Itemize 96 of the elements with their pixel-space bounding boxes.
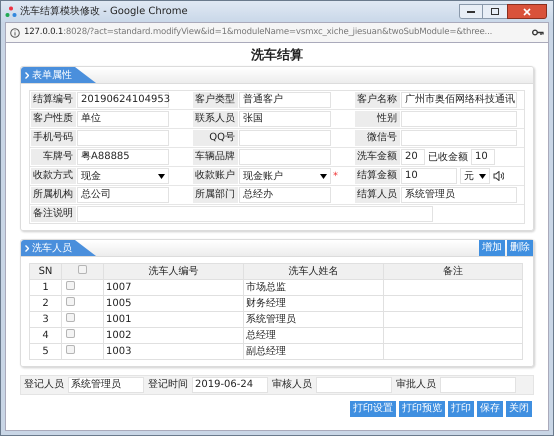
field-label: 洗车金额: [355, 149, 400, 165]
input-field[interactable]: [316, 377, 392, 393]
table-cell: 1005: [104, 296, 244, 312]
checkbox[interactable]: [66, 312, 75, 322]
checkbox[interactable]: [66, 296, 75, 306]
table-cell: 总经理: [244, 328, 384, 344]
input-field[interactable]: 10: [401, 168, 457, 184]
checkbox[interactable]: [66, 280, 75, 290]
section-title: 洗车人员: [32, 242, 72, 256]
column-header: 洗车人编号: [104, 264, 244, 280]
table-cell: 1007: [104, 280, 244, 296]
field-label: 结算编号: [31, 92, 76, 108]
field-label: 客户性质: [31, 111, 76, 127]
table-cell: 系统管理员: [244, 312, 384, 328]
table-cell: 4: [30, 328, 62, 344]
field-label: 微信号: [355, 130, 400, 146]
field-label: 客户名称: [355, 92, 400, 108]
input-field[interactable]: 系统管理员: [68, 377, 144, 393]
field-label: 联系人员: [193, 111, 238, 127]
speaker-icon[interactable]: [493, 171, 504, 181]
minimize-icon: [467, 10, 475, 13]
field-label: 手机号码: [31, 130, 76, 146]
input-field[interactable]: 单位: [77, 111, 169, 127]
close-button[interactable]: [507, 4, 547, 19]
field-label: 登记人员: [23, 378, 65, 392]
input-field[interactable]: [239, 149, 331, 165]
field-label: 车牌号: [31, 149, 76, 165]
app-icon: [5, 6, 17, 18]
close-icon: [523, 8, 531, 16]
field-label: 收款方式: [31, 168, 76, 184]
input-field[interactable]: [401, 130, 517, 146]
field-label: 结算人员: [355, 187, 400, 203]
table-cell: 1: [30, 280, 62, 296]
address-bar[interactable]: 127.0.0.1:8028/?act=standard.modifyView&id=1&moduleName=vsmxc_xiche_jiesuan&twoSubModule=&three...: [5, 22, 549, 42]
unit-select[interactable]: 元: [460, 168, 490, 184]
chevron-icon: [25, 244, 29, 252]
field-label: 客户类型: [193, 92, 238, 108]
input-field[interactable]: 总经办: [239, 187, 331, 203]
column-header: SN: [30, 264, 62, 280]
table-cell: 3: [30, 312, 62, 328]
table-cell: 财务经理: [244, 296, 384, 312]
field-label: 登记时间: [147, 378, 189, 392]
field-label: 审批人员: [395, 378, 437, 392]
window-title: 洗车结算模块修改 - Google Chrome: [20, 4, 188, 19]
table-cell: 2: [30, 296, 62, 312]
field-label: 性别: [355, 111, 400, 127]
select-field[interactable]: 现金: [77, 168, 169, 184]
checkbox[interactable]: [66, 344, 75, 354]
input-field[interactable]: 2019-06-24: [192, 377, 268, 393]
input-field[interactable]: 10: [471, 149, 495, 165]
dropdown-caret-icon: [158, 174, 165, 178]
input-field[interactable]: 粤A88885: [77, 149, 169, 165]
minimize-button[interactable]: [459, 4, 483, 19]
input-field[interactable]: 广州市奥佰网络科技通讯: [401, 92, 517, 108]
field-label: 备注说明: [31, 206, 76, 222]
input-field[interactable]: [77, 130, 169, 146]
required-mark: *: [333, 170, 338, 184]
maximize-button[interactable]: [483, 4, 507, 19]
input-field[interactable]: 20190624104953: [77, 92, 169, 108]
field-label: QQ号: [193, 130, 238, 146]
field-label: 所属部门: [193, 187, 238, 203]
section-title: 表单属性: [32, 68, 72, 82]
checkbox[interactable]: [78, 264, 87, 274]
input-field[interactable]: [239, 130, 331, 146]
select-field[interactable]: 现金账户: [239, 168, 331, 184]
dropdown-caret-icon: [479, 174, 486, 178]
page-title: 洗车结算: [250, 47, 304, 64]
maximize-icon: [491, 8, 499, 15]
table-cell: 5: [30, 344, 62, 360]
table-cell: 副总经理: [244, 344, 384, 360]
table-cell: 1001: [104, 312, 244, 328]
input-field[interactable]: [77, 206, 433, 222]
input-field[interactable]: 总公司: [77, 187, 169, 203]
column-header: 洗车人姓名: [244, 264, 384, 280]
chevron-icon: [25, 72, 29, 78]
info-icon: [10, 28, 20, 38]
field-label: 车辆品牌: [193, 149, 238, 165]
field-label: 审核人员: [271, 378, 313, 392]
field-label: 结算金额: [355, 168, 400, 184]
input-field[interactable]: 普通客户: [239, 92, 331, 108]
input-field[interactable]: 张国: [239, 111, 331, 127]
checkbox[interactable]: [66, 328, 75, 338]
url-text: 127.0.0.1:8028/?act=standard.modifyView&id=1&moduleName=vsmxc_xiche_jiesuan&twoSubModule=&three...: [24, 26, 494, 39]
field-label: 所属机构: [31, 187, 76, 203]
dropdown-caret-icon: [320, 174, 327, 178]
input-field[interactable]: 系统管理员: [401, 187, 517, 203]
field-label: 收款账户: [193, 168, 238, 184]
table-cell: 1003: [104, 344, 244, 360]
table-cell: 1002: [104, 328, 244, 344]
input-field[interactable]: [440, 377, 516, 393]
field-label: 已收金额: [427, 150, 469, 164]
column-header: 备注: [384, 264, 522, 280]
input-field[interactable]: 20: [401, 149, 425, 165]
key-icon[interactable]: [532, 29, 544, 36]
input-field[interactable]: [401, 111, 517, 127]
table-cell: 市场总监: [244, 280, 384, 296]
